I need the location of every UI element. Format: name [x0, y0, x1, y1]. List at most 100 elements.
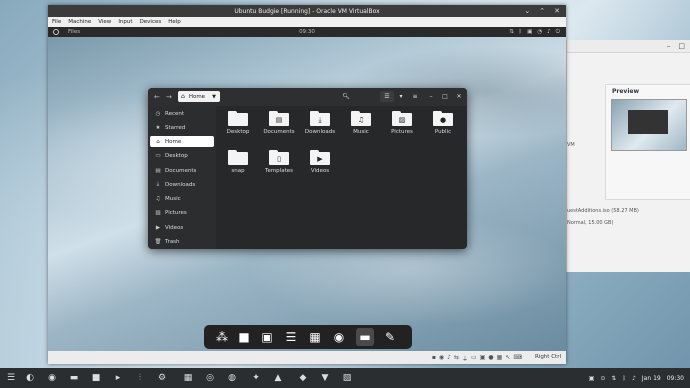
sidebar-item-documents[interactable]: ▤ Documents: [150, 165, 214, 176]
sidebar-item-desktop[interactable]: ▭ Desktop: [150, 150, 214, 161]
menu-button[interactable]: ≡: [408, 91, 422, 102]
volume-icon[interactable]: ♪: [632, 375, 636, 382]
vlc-icon[interactable]: ▼: [318, 371, 332, 385]
screenshot-icon[interactable]: ▣: [527, 29, 532, 36]
optical-drive-icon[interactable]: ◉: [439, 354, 444, 363]
host-background-window[interactable]: – □ Preview VM uestAdditions.iso (58.27 …: [566, 40, 690, 272]
vbox-titlebar: Ubuntu Budgie [Running] - Oracle VM Virt…: [48, 5, 566, 17]
sidebar-item-pictures[interactable]: ▨ Pictures: [150, 207, 214, 218]
briefcase-icon[interactable]: ■: [235, 328, 253, 346]
folder-snap[interactable]: snap: [218, 150, 258, 174]
minimize-icon[interactable]: ⌄: [524, 7, 530, 15]
panel-time[interactable]: 09:30: [667, 375, 684, 382]
image-viewer-icon[interactable]: ▦: [181, 371, 195, 385]
bluetooth-icon[interactable]: ᛒ: [622, 375, 626, 382]
maximize-icon[interactable]: □: [678, 42, 685, 50]
mouse-integration-icon[interactable]: ↖: [505, 354, 510, 363]
inkscape-icon[interactable]: ▲: [271, 371, 285, 385]
menu-help[interactable]: Help: [168, 19, 181, 25]
cpu-icon[interactable]: ▦: [497, 354, 503, 363]
image-app-icon[interactable]: ▧: [340, 371, 354, 385]
folder-videos-icon: ▶: [310, 150, 330, 165]
speaker-icon[interactable]: ▣: [258, 328, 276, 346]
notifications-icon[interactable]: ▣: [589, 375, 595, 382]
media-icon[interactable]: ◍: [225, 371, 239, 385]
maximize-icon[interactable]: ⌃: [539, 7, 545, 15]
gimp-icon[interactable]: ✦: [249, 371, 263, 385]
network-icon[interactable]: ⇅: [611, 375, 616, 382]
path-bar[interactable]: ⌂ Home ▼: [178, 91, 220, 102]
sidebar-item-music[interactable]: ♫ Music: [150, 193, 214, 204]
folder-music[interactable]: ♫ Music: [341, 111, 381, 135]
firefox-icon[interactable]: ◐: [23, 371, 37, 385]
briefcase-icon[interactable]: ■: [89, 371, 103, 385]
folder-music-icon: ♫: [351, 111, 371, 126]
recording-icon[interactable]: ●: [488, 354, 493, 363]
menu-input[interactable]: Input: [118, 19, 132, 25]
text-editor-icon[interactable]: ☰: [282, 328, 300, 346]
folder-documents[interactable]: ▤ Documents: [259, 111, 299, 135]
sidebar-item-trash[interactable]: 🗑︎ Trash: [150, 236, 214, 247]
files-headerbar: ← → ⌂ Home ▼ 🔍︎ ☰ ▾ ≡ – □ ✕: [148, 88, 467, 106]
bluetooth-icon[interactable]: ᛒ: [519, 29, 522, 36]
minimize-icon[interactable]: –: [667, 42, 671, 50]
notifications-icon[interactable]: ◔: [537, 29, 542, 36]
network-icon[interactable]: ⇆: [454, 354, 459, 363]
firefox-icon[interactable]: ◉: [45, 371, 59, 385]
menu-view[interactable]: View: [98, 19, 111, 25]
files-window[interactable]: ← → ⌂ Home ▼ 🔍︎ ☰ ▾ ≡ – □ ✕ ◷ Recent ★ Sta…: [148, 88, 467, 249]
pencil-icon[interactable]: ✎: [381, 328, 399, 346]
panel-date[interactable]: Jan 19: [642, 375, 661, 382]
power-icon[interactable]: ⏻: [556, 29, 560, 36]
virtualbox-window[interactable]: Ubuntu Budgie [Running] - Oracle VM Virt…: [48, 5, 566, 364]
sidebar-item-downloads[interactable]: ⤓ Downloads: [150, 179, 214, 190]
usb-icon[interactable]: ⏚: [462, 354, 468, 363]
folder-pictures[interactable]: ▨ Pictures: [382, 111, 422, 135]
sidebar-item-recent[interactable]: ◷ Recent: [150, 108, 214, 119]
volume-icon[interactable]: ♪: [547, 29, 551, 36]
search-button[interactable]: 🔍︎: [339, 91, 353, 102]
sidebar-item-home[interactable]: ⌂ Home: [150, 136, 214, 147]
folder-templates[interactable]: ▯ Templates: [259, 150, 299, 174]
shared-folder-icon[interactable]: ▭: [471, 354, 477, 363]
minimize-icon[interactable]: –: [424, 91, 438, 102]
steam-icon[interactable]: ◎: [203, 371, 217, 385]
forward-button[interactable]: →: [166, 93, 172, 101]
sidebar-item-videos[interactable]: ▶ Videos: [150, 222, 214, 233]
view-list-button[interactable]: ☰: [380, 91, 394, 102]
menu-devices[interactable]: Devices: [140, 19, 162, 25]
menu-machine[interactable]: Machine: [68, 19, 91, 25]
budgie-menu-icon[interactable]: ☰: [4, 371, 18, 385]
spreadsheet-icon[interactable]: ▦: [306, 328, 324, 346]
transmission-icon[interactable]: ◆: [296, 371, 310, 385]
display-icon[interactable]: ▣: [480, 354, 486, 363]
audio-icon[interactable]: ♪: [447, 354, 451, 363]
guest-clock[interactable]: 09:30: [48, 29, 566, 35]
sidebar-item-starred[interactable]: ★ Starred: [150, 122, 214, 133]
vm-preview-thumbnail: [611, 99, 687, 151]
hdd-icon[interactable]: ▪: [432, 354, 436, 363]
folder-desktop[interactable]: Desktop: [218, 111, 258, 135]
keyboard-icon[interactable]: ⌨: [513, 354, 522, 363]
chart-icon[interactable]: ⫶: [133, 371, 147, 385]
firefox-icon[interactable]: ◉: [330, 328, 348, 346]
folder-downloads[interactable]: ⤓ Downloads: [300, 111, 340, 135]
close-icon[interactable]: ✕: [554, 7, 560, 15]
menu-file[interactable]: File: [52, 19, 61, 25]
files-icon[interactable]: ▬: [356, 328, 374, 346]
settings-icon[interactable]: ⚙: [155, 371, 169, 385]
close-icon[interactable]: ✕: [452, 91, 466, 102]
chevron-down-icon[interactable]: ▼: [212, 94, 216, 100]
back-button[interactable]: ←: [154, 93, 160, 101]
files-icon[interactable]: ▬: [67, 371, 81, 385]
clipboard-icon[interactable]: ⊙: [600, 375, 605, 382]
guest-screen[interactable]: Files 09:30 ⇅ ᛒ ▣ ◔ ♪ ⏻ ← → ⌂ Home ▼ 🔍︎ …: [48, 27, 566, 351]
view-options-button[interactable]: ▾: [394, 91, 408, 102]
network-icon[interactable]: ⇅: [509, 29, 514, 36]
terminal-icon[interactable]: ▸: [111, 371, 125, 385]
folder-public[interactable]: ● Public: [423, 111, 463, 135]
budgie-welcome-icon[interactable]: ⁂: [213, 328, 231, 346]
maximize-icon[interactable]: □: [438, 91, 452, 102]
folder-icon: [228, 111, 248, 126]
folder-videos[interactable]: ▶ Videos: [300, 150, 340, 174]
